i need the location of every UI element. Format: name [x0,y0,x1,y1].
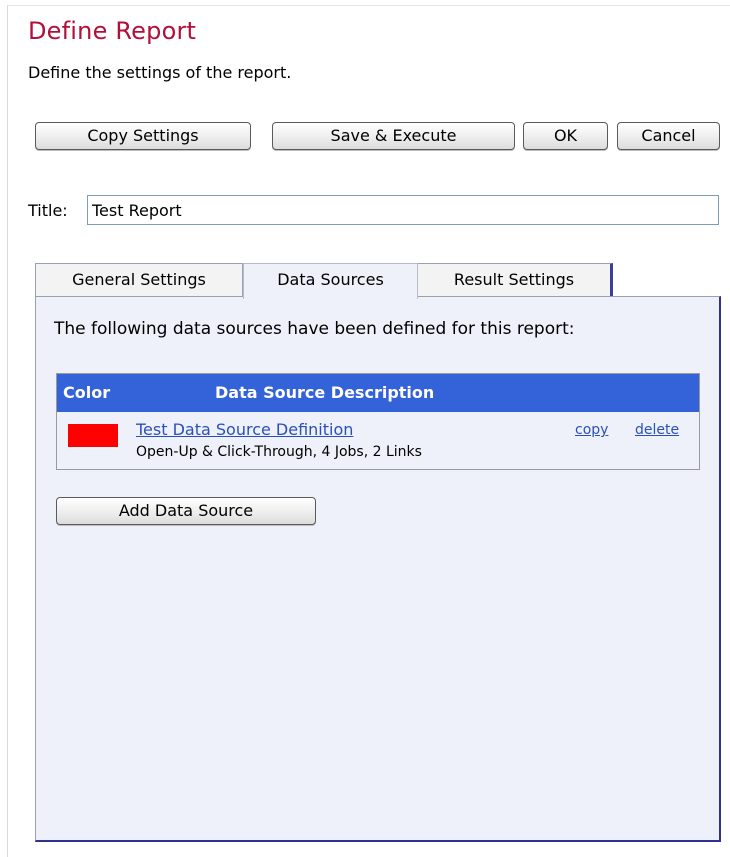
page-subtitle: Define the settings of the report. [28,63,292,82]
tab-result-settings[interactable]: Result Settings [417,263,613,297]
table-header: Color Data Source Description [57,374,699,412]
tab-data-sources[interactable]: Data Sources [243,263,418,299]
data-source-detail: Open-Up & Click-Through, 4 Jobs, 2 Links [136,444,422,460]
color-swatch [68,424,118,447]
copy-link[interactable]: copy [575,422,608,438]
ok-button[interactable]: OK [523,122,608,150]
add-data-source-button[interactable]: Add Data Source [56,497,316,525]
title-input[interactable] [87,195,719,225]
data-sources-table: Color Data Source Description Test Data … [56,373,700,470]
delete-link[interactable]: delete [635,422,679,438]
copy-settings-button[interactable]: Copy Settings [35,122,251,150]
title-label: Title: [28,201,68,220]
data-source-name-link[interactable]: Test Data Source Definition [136,420,353,439]
data-sources-panel: The following data sources have been def… [35,296,721,842]
data-sources-intro: The following data sources have been def… [54,319,575,339]
tab-general-settings[interactable]: General Settings [35,263,243,297]
save-execute-button[interactable]: Save & Execute [272,122,515,150]
column-header-description: Data Source Description [215,383,435,402]
page-title: Define Report [28,17,197,45]
column-header-color: Color [63,383,111,402]
cancel-button[interactable]: Cancel [617,122,720,150]
